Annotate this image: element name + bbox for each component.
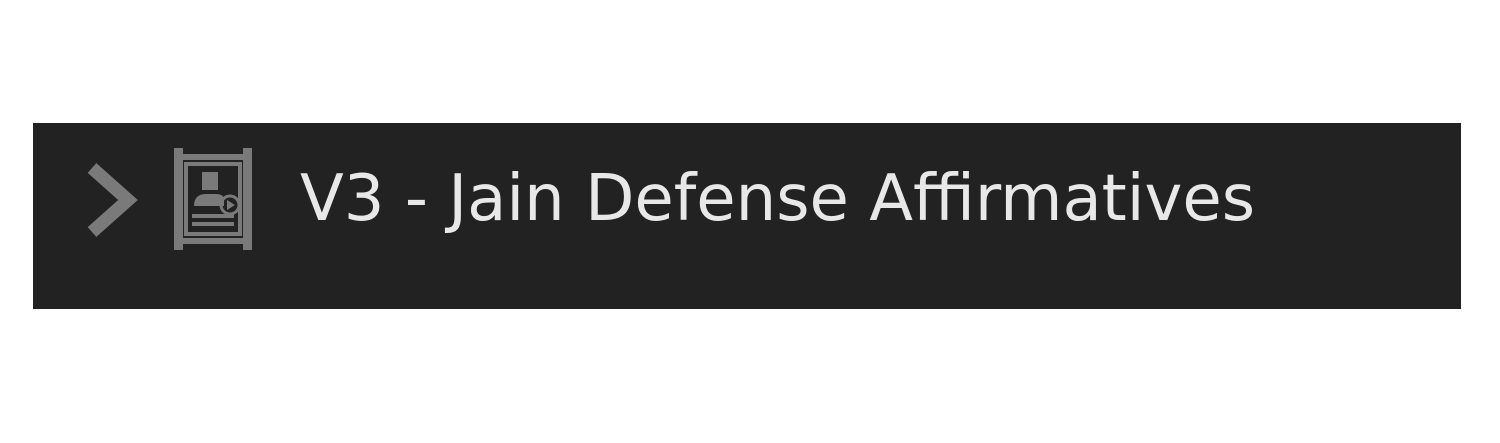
chevron-right-icon[interactable] bbox=[80, 158, 140, 242]
presentation-video-icon bbox=[174, 148, 252, 250]
tree-item-label: V3 - Jain Defense Affirmatives bbox=[300, 162, 1256, 236]
